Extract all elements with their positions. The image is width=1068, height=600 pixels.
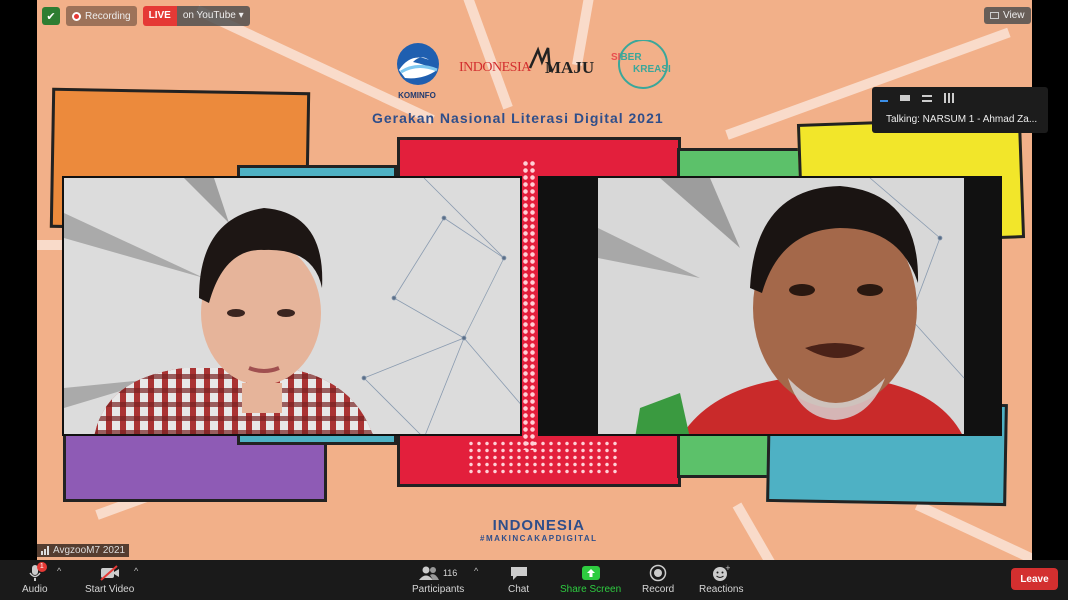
recording-indicator[interactable]: Recording [66,6,137,26]
record-button[interactable]: Record [642,564,674,595]
kominfo-logo-text: KOMINFO [398,91,436,100]
security-shield-icon[interactable]: ✔ [42,7,60,25]
live-target-text: on YouTube [182,10,236,21]
gallery-view-icon[interactable] [944,93,954,103]
audio-label: Audio [22,584,48,595]
participant-name: AvgzooM7 2021 [53,545,126,556]
video-off-icon [99,564,121,582]
dot-pattern [467,440,617,474]
microphone-icon: 1 [28,562,47,582]
meeting-topbar: ✔ Recording LIVE on YouTube ▾ [42,6,250,26]
audio-options-chevron-icon[interactable]: ^ [57,566,61,576]
dot-pattern [522,160,536,450]
view-label: View [1003,10,1025,21]
audio-badge: 1 [36,562,47,572]
sponsor-logos: KOMINFO INDONESIA MAJU SI BER KREASI [393,39,693,102]
chevron-down-icon: ▾ [238,10,244,21]
record-icon [649,564,667,582]
share-screen-label: Share Screen [560,584,622,595]
live-target: on YouTube ▾ [176,6,250,26]
reactions-label: Reactions [699,584,744,595]
participants-label: Participants [412,584,465,595]
grid-view-icon [990,12,999,19]
reactions-button[interactable]: + Reactions [699,564,743,595]
meeting-stage: KOMINFO INDONESIA MAJU SI BER KREASI Gera… [0,0,1068,560]
kreasi-logo-text: KREASI [633,64,671,75]
recording-label: Recording [85,10,131,22]
event-title: Gerakan Nasional Literasi Digital 2021 [372,110,664,126]
chat-icon [510,564,528,582]
participants-options-chevron-icon[interactable]: ^ [474,566,478,576]
siber-logo-text-b: BER [620,52,642,63]
meeting-toolbar: 1 Audio ^ Start Video ^ 116 Participants… [0,560,1068,600]
siberkreasi-logo: SI BER [611,52,642,63]
minimize-icon[interactable] [880,100,888,102]
start-video-label: Start Video [85,584,135,595]
participants-icon: 116 [418,564,458,582]
signal-bars-icon [41,546,49,555]
share-screen-button[interactable]: Share Screen [560,564,621,595]
record-dot-icon [72,11,81,21]
siber-logo-text-a: SI [611,52,621,63]
banner-hashtag: #MAKINCAKAPDIGITAL [480,534,598,543]
talking-label: Talking: NARSUM 1 - Ahmad Za... [886,114,1038,125]
speaker-indicator-panel[interactable]: Talking: NARSUM 1 - Ahmad Za... [872,87,1048,133]
strip-view-icon[interactable] [922,94,932,102]
participant-1-video [64,178,520,434]
leave-button[interactable]: Leave [1011,568,1058,590]
participants-count: 116 [442,568,458,578]
chat-button[interactable]: Chat [508,564,529,595]
start-video-button[interactable]: Start Video [85,564,134,595]
live-label: LIVE [142,6,177,26]
chat-label: Chat [508,584,530,595]
bottom-banner: INDONESIA #MAKINCAKAPDIGITAL [480,517,598,543]
share-screen-icon [581,564,601,582]
live-stream-indicator[interactable]: LIVE on YouTube ▾ [142,6,250,26]
video-tile-participant-1[interactable] [62,176,522,436]
banner-title: INDONESIA [492,517,585,534]
participant-name-tag: AvgzooM7 2021 [37,544,130,557]
record-label: Record [642,584,675,595]
background-ray [732,502,802,560]
indonesia-maju-logo-text: INDONESIA [459,60,531,75]
participants-button[interactable]: 116 Participants [412,564,464,595]
background-ray [914,500,1032,560]
participant-2-video [540,178,1000,434]
reactions-smiley-icon: + [712,564,730,582]
svg-text:+: + [725,564,730,572]
thumbnail-view-icon[interactable] [900,95,910,101]
view-button[interactable]: View [984,7,1031,24]
video-tile-participant-2[interactable] [538,176,1002,436]
video-options-chevron-icon[interactable]: ^ [134,566,138,576]
maju-logo-text: MAJU [545,58,595,77]
audio-button[interactable]: 1 Audio [22,562,48,595]
